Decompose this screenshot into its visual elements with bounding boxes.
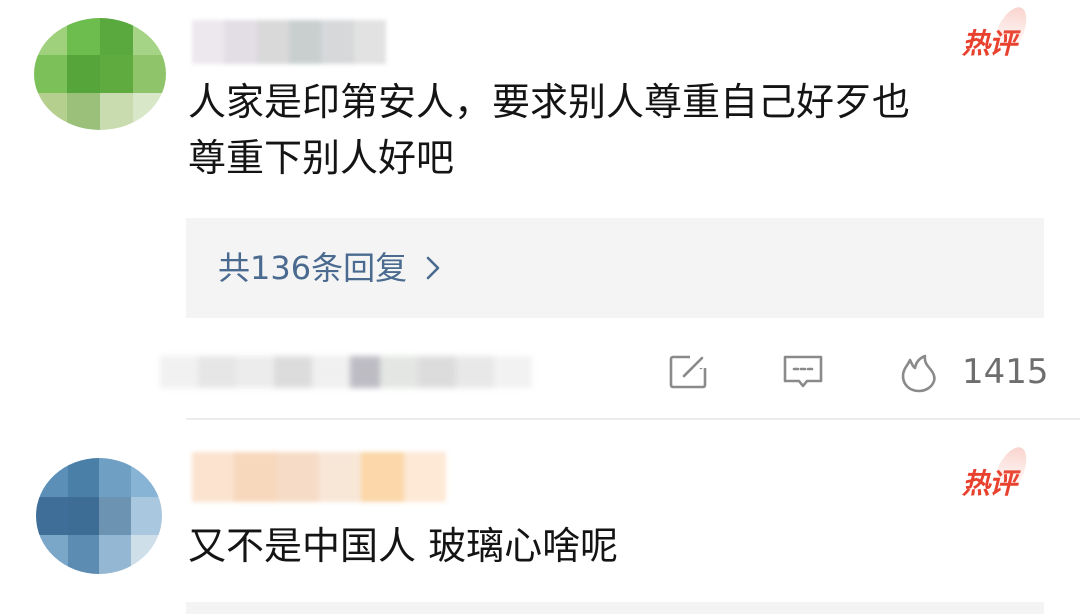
username-blurred[interactable] [192, 20, 386, 64]
mosaic-block [234, 452, 277, 502]
flame-like-icon[interactable] [898, 354, 940, 393]
mosaic-block [236, 356, 274, 388]
mosaic-block [350, 356, 380, 388]
mosaic-block [34, 18, 67, 56]
mosaic-block [100, 55, 133, 93]
mosaic-block [276, 452, 319, 502]
comment-divider [186, 418, 1080, 420]
comment-text-line: 人家是印第安人，要求别人尊重自己好歹也 [188, 80, 911, 124]
timestamp-blurred [160, 356, 532, 388]
mosaic-block [67, 55, 100, 93]
avatar[interactable] [36, 458, 162, 574]
hot-comment-badge: 热评 [962, 462, 1017, 502]
like-count: 1415 [962, 352, 1049, 392]
mosaic-block [312, 356, 350, 388]
mosaic-block [67, 18, 100, 56]
comment-text: 又不是中国人 玻璃心啥呢 [188, 518, 1058, 574]
comment-item-1: 热评 人家是印第安人，要求别人尊重自己好歹也 尊重下别人好吧 共136条回复 1… [0, 0, 1080, 420]
mosaic-block [133, 18, 166, 56]
mosaic-block [36, 535, 68, 574]
mosaic-block [418, 356, 456, 388]
mosaic-block [34, 92, 67, 130]
mosaic-block [198, 356, 236, 388]
mosaic-block [100, 92, 133, 130]
mosaic-block [318, 452, 362, 502]
share-icon[interactable] [668, 354, 710, 390]
reply-preview-box[interactable]: 共136条回复 [186, 218, 1044, 318]
mosaic-block [99, 496, 131, 536]
mosaic-block [36, 496, 68, 536]
comment-item-2: 热评 又不是中国人 玻璃心啥呢 [0, 440, 1080, 614]
mosaic-block [100, 18, 133, 56]
mosaic-block [67, 496, 99, 536]
mosaic-block [99, 535, 131, 574]
mosaic-block [380, 356, 418, 388]
mosaic-block [133, 55, 166, 93]
mosaic-block [130, 496, 162, 536]
mosaic-block [34, 55, 67, 93]
mosaic-block [494, 356, 532, 388]
comment-icon[interactable] [782, 354, 824, 390]
mosaic-block [456, 356, 494, 388]
view-replies-link[interactable]: 共136条回复 [218, 248, 441, 288]
comment-action-row: 1415 [0, 342, 1080, 402]
mosaic-block [130, 535, 162, 574]
comment-text-line: 尊重下别人好吧 [188, 136, 455, 180]
mosaic-block [133, 92, 166, 130]
mosaic-block [160, 356, 198, 388]
hot-comment-badge: 热评 [962, 22, 1017, 62]
mosaic-block [67, 92, 100, 130]
mosaic-block [36, 458, 68, 497]
mosaic-block [67, 535, 99, 574]
mosaic-block [192, 452, 235, 502]
mosaic-block [274, 356, 312, 388]
reply-preview-box[interactable] [186, 602, 1044, 614]
replies-count-label: 共136条回复 [218, 249, 408, 287]
mosaic-block [224, 20, 257, 64]
mosaic-block [353, 20, 386, 64]
chevron-right-icon [425, 255, 441, 281]
comment-text: 人家是印第安人，要求别人尊重自己好歹也 尊重下别人好吧 [188, 74, 1058, 186]
mosaic-block [67, 458, 99, 497]
mosaic-block [288, 20, 322, 64]
mosaic-block [256, 20, 289, 64]
avatar[interactable] [34, 18, 166, 130]
mosaic-block [99, 458, 131, 497]
mosaic-block [361, 452, 404, 502]
comment-text-line: 又不是中国人 玻璃心啥呢 [188, 524, 619, 568]
mosaic-block [321, 20, 354, 64]
mosaic-block [403, 452, 446, 502]
username-blurred[interactable] [192, 452, 446, 502]
mosaic-block [130, 458, 162, 497]
mosaic-block [192, 20, 225, 64]
